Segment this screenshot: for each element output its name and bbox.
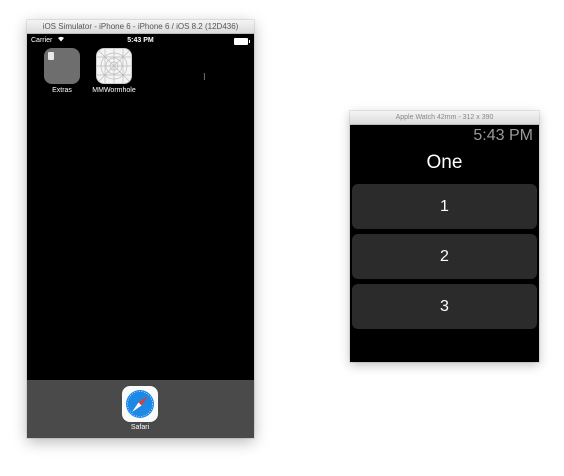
watch-button-3[interactable]: 3 (352, 284, 537, 329)
status-bar: Carrier 5:43 PM (27, 34, 254, 47)
watch-title-bar: Apple Watch 42mm - 312 x 390 (350, 111, 539, 125)
app-extras[interactable]: Extras (37, 48, 87, 94)
iphone-screen[interactable]: Carrier 5:43 PM Extras MMWormhole I Safa… (27, 34, 254, 438)
watch-button-2[interactable]: 2 (352, 234, 537, 279)
apple-watch-window: Apple Watch 42mm - 312 x 390 5:43 PM One… (350, 111, 539, 362)
safari-compass-icon (122, 386, 158, 422)
watch-heading: One (426, 152, 463, 173)
ios-simulator-window: iOS Simulator - iPhone 6 - iPhone 6 / iO… (27, 20, 254, 438)
watch-time: 5:43 PM (473, 127, 533, 144)
app-mmwormhole[interactable]: MMWormhole (89, 48, 139, 94)
app-label: MMWormhole (92, 87, 136, 94)
app-label: Extras (52, 87, 72, 94)
app-template-icon (96, 48, 132, 84)
ibeam-cursor-icon: I (203, 72, 206, 83)
app-label: Safari (130, 424, 150, 431)
folder-icon (44, 48, 80, 84)
watch-button-1[interactable]: 1 (352, 184, 537, 229)
dock: Safari (27, 380, 254, 438)
status-time: 5:43 PM (127, 37, 154, 44)
app-safari[interactable]: Safari (115, 386, 165, 431)
battery-icon (234, 38, 250, 45)
simulator-title: iOS Simulator - iPhone 6 - iPhone 6 / iO… (27, 20, 254, 34)
